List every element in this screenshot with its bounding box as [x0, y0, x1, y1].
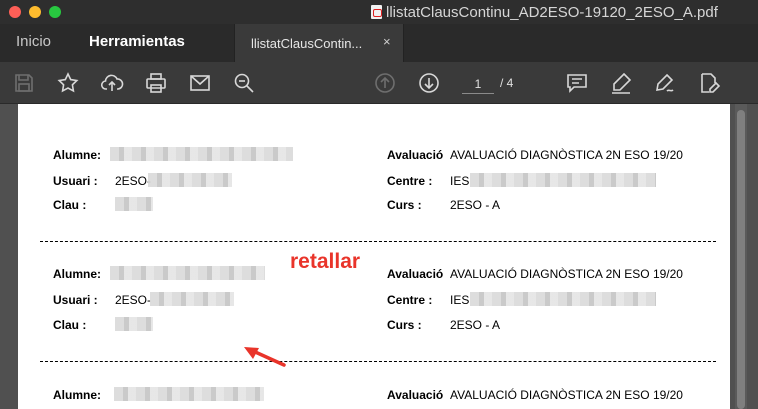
- toolbar: 1 / 4: [0, 62, 758, 104]
- scrollbar-thumb[interactable]: [737, 110, 745, 409]
- redacted-name: [110, 266, 265, 280]
- upload-button[interactable]: [99, 70, 125, 96]
- title-bar: llistatClausContinu_AD2ESO-19120_2ESO_A.…: [0, 0, 758, 24]
- sign-icon: [656, 73, 674, 92]
- window-title: llistatClausContinu_AD2ESO-19120_2ESO_A.…: [371, 3, 718, 21]
- bookmark-star-icon: [57, 72, 79, 93]
- cut-line: [40, 241, 716, 242]
- centre-value: IES: [450, 174, 470, 188]
- zoom-button[interactable]: [231, 70, 257, 96]
- document-viewport[interactable]: Alumne: Usuari : 2ESO- Clau : Avaluació …: [0, 104, 758, 409]
- page-up-icon: [375, 73, 395, 93]
- pdf-page: Alumne: Usuari : 2ESO- Clau : Avaluació …: [18, 104, 730, 409]
- centre-value: IES: [450, 293, 470, 307]
- next-page-button[interactable]: [416, 70, 442, 96]
- window-title-text: llistatClausContinu_AD2ESO-19120_2ESO_A.…: [386, 3, 718, 21]
- highlight-button[interactable]: [608, 70, 634, 96]
- avaluacio-label: Avaluació: [387, 267, 444, 281]
- highlight-pen-icon: [612, 72, 632, 94]
- mail-icon: [190, 75, 210, 91]
- print-icon: [146, 73, 166, 93]
- curs-label: Curs :: [387, 198, 422, 212]
- tab-document[interactable]: llistatClausContin... ×: [234, 24, 404, 62]
- redacted-name: [110, 147, 293, 161]
- pdf-file-icon: [371, 5, 382, 19]
- minimize-window-button[interactable]: [29, 6, 41, 18]
- zoom-window-button[interactable]: [49, 6, 61, 18]
- print-button[interactable]: [143, 70, 169, 96]
- avaluacio-value: AVALUACIÓ DIAGNÒSTICA 2N ESO 19/20: [450, 388, 683, 402]
- annotation-label: retallar: [290, 250, 361, 273]
- cloud-upload-icon: [100, 74, 124, 91]
- pdf-viewer-window: llistatClausContinu_AD2ESO-19120_2ESO_A.…: [0, 0, 758, 409]
- redacted-key: [115, 197, 153, 211]
- redacted-centre: [470, 292, 656, 306]
- clau-label: Clau :: [53, 198, 87, 212]
- page-number-input[interactable]: 1: [462, 74, 494, 94]
- zoom-icon: [234, 73, 254, 93]
- avaluacio-value: AVALUACIÓ DIAGNÒSTICA 2N ESO 19/20: [450, 267, 683, 281]
- curs-value: 2ESO - A: [450, 318, 501, 332]
- edit-doc-icon: [701, 73, 721, 93]
- usuari-value: 2ESO-: [115, 174, 152, 188]
- save-icon: [15, 74, 33, 92]
- comment-button[interactable]: [564, 70, 590, 96]
- save-button[interactable]: [11, 70, 37, 96]
- avaluacio-label: Avaluació: [387, 388, 444, 402]
- mail-button[interactable]: [187, 70, 213, 96]
- close-window-button[interactable]: [9, 6, 21, 18]
- alumne-label: Alumne:: [53, 267, 101, 281]
- annotation-arrow-icon: [244, 347, 286, 367]
- clau-label: Clau :: [53, 318, 87, 332]
- cut-line: [40, 361, 716, 362]
- previous-page-button[interactable]: [372, 70, 398, 96]
- tab-bar: Inicio Herramientas llistatClausContin..…: [0, 24, 758, 62]
- close-tab-icon[interactable]: ×: [383, 34, 391, 49]
- centre-label: Centre :: [387, 174, 433, 188]
- centre-label: Centre :: [387, 293, 433, 307]
- redacted-user: [148, 173, 232, 187]
- alumne-label: Alumne:: [53, 388, 101, 402]
- usuari-value: 2ESO-: [115, 293, 152, 307]
- tab-document-label: llistatClausContin...: [251, 36, 363, 51]
- redacted-user: [150, 292, 234, 306]
- page-total: / 4: [500, 76, 514, 90]
- edit-pdf-button[interactable]: [696, 70, 722, 96]
- avaluacio-label: Avaluació: [387, 148, 444, 162]
- curs-value: 2ESO - A: [450, 198, 501, 212]
- avaluacio-value: AVALUACIÓ DIAGNÒSTICA 2N ESO 19/20: [450, 148, 683, 162]
- redacted-centre: [470, 173, 656, 187]
- sign-button[interactable]: [652, 70, 678, 96]
- usuari-label: Usuari :: [53, 293, 98, 307]
- page-down-icon: [419, 73, 439, 93]
- usuari-label: Usuari :: [53, 174, 98, 188]
- tab-inicio[interactable]: Inicio: [16, 33, 51, 50]
- alumne-label: Alumne:: [53, 148, 101, 162]
- redacted-name: [114, 387, 264, 401]
- bookmark-button[interactable]: [55, 70, 81, 96]
- tab-herramientas[interactable]: Herramientas: [89, 33, 185, 50]
- curs-label: Curs :: [387, 318, 422, 332]
- comment-icon: [567, 74, 587, 93]
- redacted-key: [115, 317, 153, 331]
